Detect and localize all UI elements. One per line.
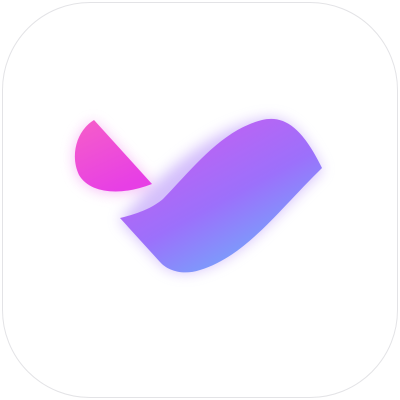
leaf-shape: [74, 120, 152, 192]
checkmark-logo-icon: [74, 118, 322, 273]
app-icon-canvas: [0, 0, 400, 400]
